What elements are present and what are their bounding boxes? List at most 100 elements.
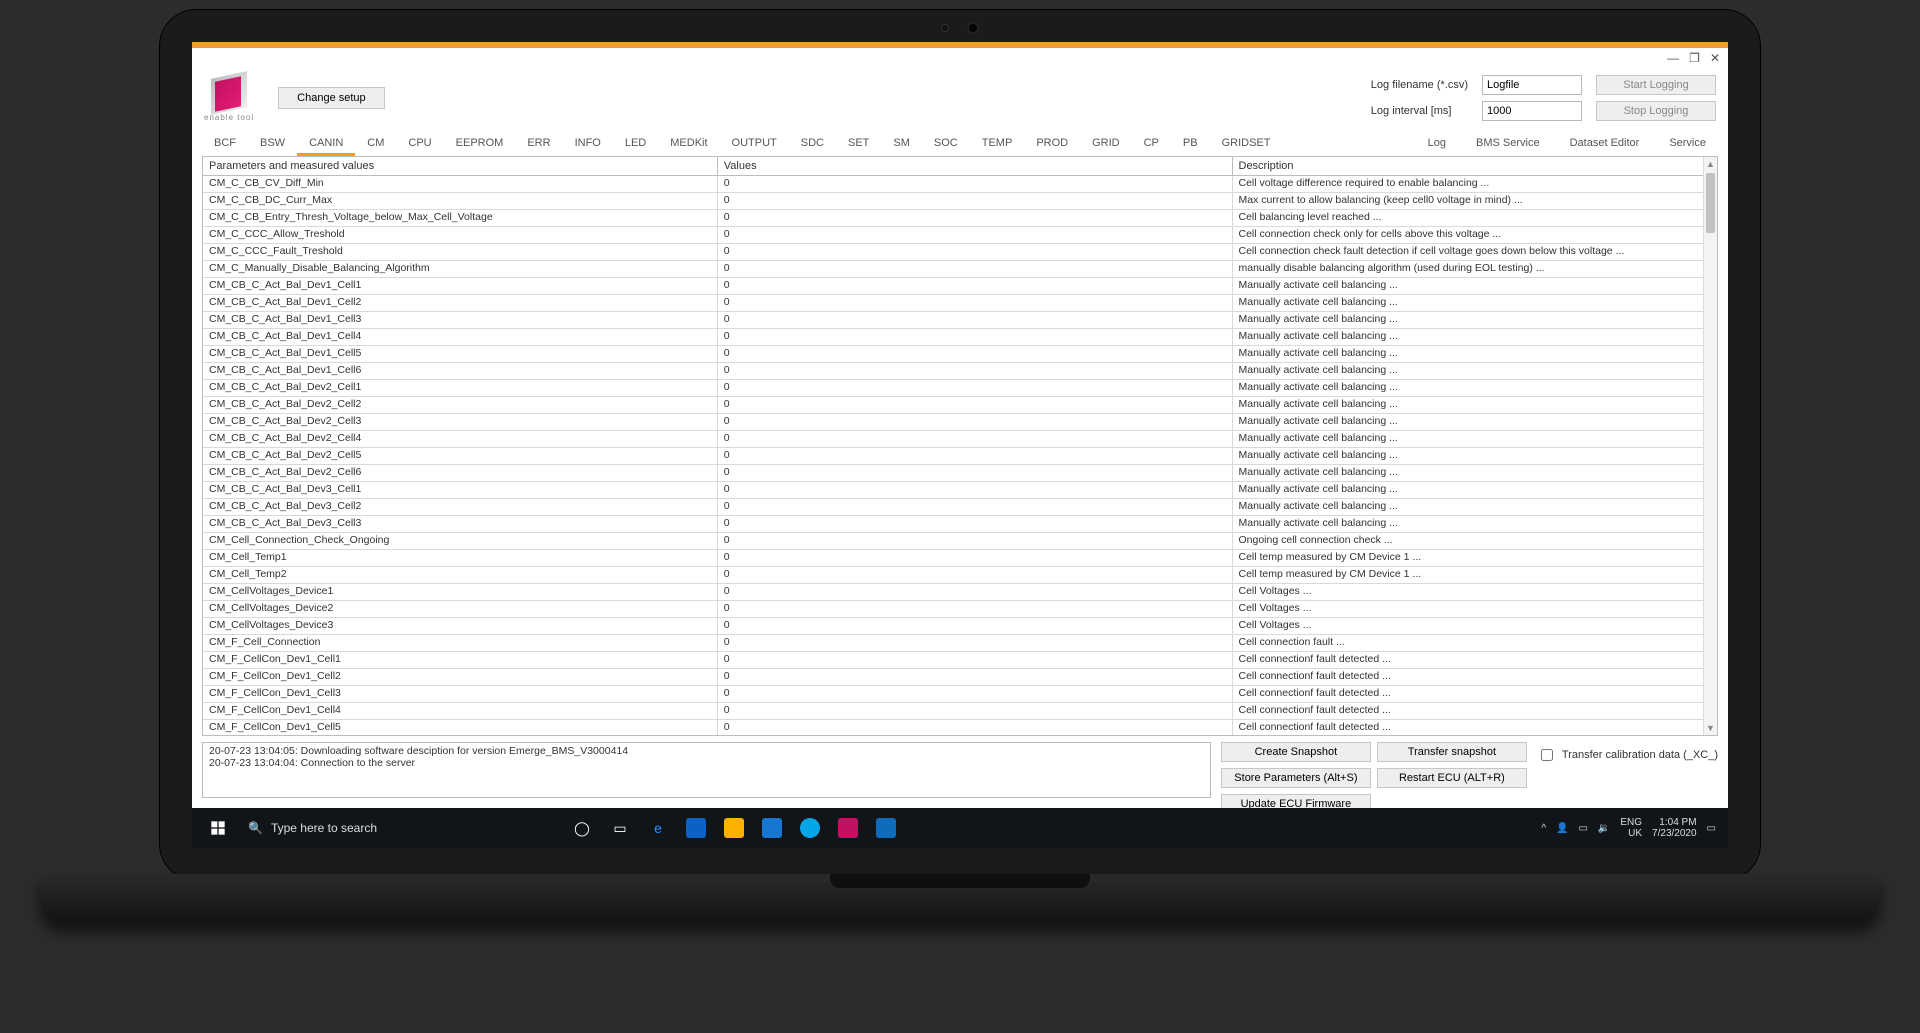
- cell-value[interactable]: 0: [718, 465, 1233, 481]
- tab-cp[interactable]: CP: [1132, 132, 1171, 155]
- table-row[interactable]: CM_CellVoltages_Device30Cell Voltages ..…: [203, 618, 1717, 635]
- table-row[interactable]: CM_CB_C_Act_Bal_Dev1_Cell10Manually acti…: [203, 278, 1717, 295]
- table-row[interactable]: CM_CB_C_Act_Bal_Dev2_Cell10Manually acti…: [203, 380, 1717, 397]
- restart-ecu-button[interactable]: Restart ECU (ALT+R): [1377, 768, 1527, 788]
- cell-value[interactable]: 0: [718, 516, 1233, 532]
- cell-value[interactable]: 0: [718, 482, 1233, 498]
- store-icon[interactable]: [682, 814, 710, 842]
- table-row[interactable]: CM_CB_C_Act_Bal_Dev2_Cell30Manually acti…: [203, 414, 1717, 431]
- tab-medkit[interactable]: MEDKit: [658, 132, 719, 155]
- outlook-icon[interactable]: [872, 814, 900, 842]
- scroll-down-icon[interactable]: ▼: [1704, 721, 1717, 735]
- cell-value[interactable]: 0: [718, 567, 1233, 583]
- taskbar-search[interactable]: 🔍 Type here to search: [238, 812, 558, 844]
- table-row[interactable]: CM_CB_C_Act_Bal_Dev1_Cell30Manually acti…: [203, 312, 1717, 329]
- tray-clock[interactable]: 1:04 PM7/23/2020: [1652, 817, 1697, 840]
- cell-value[interactable]: 0: [718, 584, 1233, 600]
- table-row[interactable]: CM_F_CellCon_Dev1_Cell10Cell connectionf…: [203, 652, 1717, 669]
- cell-value[interactable]: 0: [718, 550, 1233, 566]
- table-row[interactable]: CM_F_CellCon_Dev1_Cell50Cell connectionf…: [203, 720, 1717, 735]
- tab-eeprom[interactable]: EEPROM: [444, 132, 516, 155]
- cell-value[interactable]: 0: [718, 363, 1233, 379]
- tab-grid[interactable]: GRID: [1080, 132, 1132, 155]
- table-row[interactable]: CM_C_CB_Entry_Thresh_Voltage_below_Max_C…: [203, 210, 1717, 227]
- tab-temp[interactable]: TEMP: [970, 132, 1025, 155]
- transfer-xc-checkbox-label[interactable]: Transfer calibration data (_XC_): [1537, 742, 1718, 764]
- tab-soc[interactable]: SOC: [922, 132, 970, 155]
- tab-canin[interactable]: CANIN: [297, 132, 355, 155]
- table-row[interactable]: CM_CellVoltages_Device20Cell Voltages ..…: [203, 601, 1717, 618]
- tab-cm[interactable]: CM: [355, 132, 396, 155]
- cell-value[interactable]: 0: [718, 618, 1233, 634]
- table-row[interactable]: CM_Cell_Temp20Cell temp measured by CM D…: [203, 567, 1717, 584]
- table-row[interactable]: CM_CellVoltages_Device10Cell Voltages ..…: [203, 584, 1717, 601]
- tab-pb[interactable]: PB: [1171, 132, 1210, 155]
- table-row[interactable]: CM_CB_C_Act_Bal_Dev1_Cell20Manually acti…: [203, 295, 1717, 312]
- tab-service[interactable]: Service: [1657, 132, 1718, 155]
- scroll-up-icon[interactable]: ▲: [1704, 157, 1717, 171]
- tray-language[interactable]: ENGUK: [1620, 817, 1642, 840]
- cell-value[interactable]: 0: [718, 261, 1233, 277]
- cell-value[interactable]: 0: [718, 244, 1233, 260]
- cell-value[interactable]: 0: [718, 278, 1233, 294]
- restore-button[interactable]: ❐: [1689, 51, 1700, 65]
- tab-bsw[interactable]: BSW: [248, 132, 297, 155]
- edge-icon[interactable]: e: [644, 814, 672, 842]
- tray-network-icon[interactable]: ▭: [1578, 823, 1587, 834]
- table-row[interactable]: CM_CB_C_Act_Bal_Dev2_Cell50Manually acti…: [203, 448, 1717, 465]
- table-row[interactable]: CM_CB_C_Act_Bal_Dev1_Cell50Manually acti…: [203, 346, 1717, 363]
- table-row[interactable]: CM_C_CB_DC_Curr_Max0Max current to allow…: [203, 193, 1717, 210]
- tab-output[interactable]: OUTPUT: [720, 132, 789, 155]
- start-button[interactable]: [198, 808, 238, 848]
- log-filename-input[interactable]: [1482, 75, 1582, 95]
- col-header-description[interactable]: Description: [1233, 157, 1718, 175]
- transfer-snapshot-button[interactable]: Transfer snapshot: [1377, 742, 1527, 762]
- table-row[interactable]: CM_CB_C_Act_Bal_Dev2_Cell40Manually acti…: [203, 431, 1717, 448]
- grid-scrollbar[interactable]: ▲ ▼: [1703, 157, 1717, 735]
- cell-value[interactable]: 0: [718, 346, 1233, 362]
- tab-err[interactable]: ERR: [515, 132, 562, 155]
- tray-chevron-icon[interactable]: ^: [1541, 823, 1546, 834]
- table-row[interactable]: CM_C_CB_CV_Diff_Min0Cell voltage differe…: [203, 176, 1717, 193]
- tab-bms-service[interactable]: BMS Service: [1464, 132, 1552, 155]
- cell-value[interactable]: 0: [718, 499, 1233, 515]
- tab-sdc[interactable]: SDC: [789, 132, 836, 155]
- cell-value[interactable]: 0: [718, 414, 1233, 430]
- tab-prod[interactable]: PROD: [1024, 132, 1080, 155]
- col-header-values[interactable]: Values: [718, 157, 1233, 175]
- store-parameters-button[interactable]: Store Parameters (Alt+S): [1221, 768, 1371, 788]
- cell-value[interactable]: 0: [718, 312, 1233, 328]
- scroll-thumb[interactable]: [1706, 173, 1715, 233]
- table-row[interactable]: CM_F_CellCon_Dev1_Cell20Cell connectionf…: [203, 669, 1717, 686]
- tray-notifications-icon[interactable]: ▭: [1707, 823, 1716, 834]
- table-row[interactable]: CM_CB_C_Act_Bal_Dev2_Cell60Manually acti…: [203, 465, 1717, 482]
- table-row[interactable]: CM_F_Cell_Connection0Cell connection fau…: [203, 635, 1717, 652]
- tab-cpu[interactable]: CPU: [396, 132, 443, 155]
- table-row[interactable]: CM_CB_C_Act_Bal_Dev1_Cell40Manually acti…: [203, 329, 1717, 346]
- tab-log[interactable]: Log: [1416, 132, 1458, 155]
- table-row[interactable]: CM_Cell_Connection_Check_Ongoing0Ongoing…: [203, 533, 1717, 550]
- table-row[interactable]: CM_CB_C_Act_Bal_Dev3_Cell30Manually acti…: [203, 516, 1717, 533]
- table-row[interactable]: CM_F_CellCon_Dev1_Cell30Cell connectionf…: [203, 686, 1717, 703]
- minimize-button[interactable]: —: [1667, 51, 1679, 65]
- change-setup-button[interactable]: Change setup: [278, 87, 385, 109]
- cell-value[interactable]: 0: [718, 397, 1233, 413]
- cell-value[interactable]: 0: [718, 227, 1233, 243]
- table-row[interactable]: CM_CB_C_Act_Bal_Dev3_Cell20Manually acti…: [203, 499, 1717, 516]
- tab-bcf[interactable]: BCF: [202, 132, 248, 155]
- tab-led[interactable]: LED: [613, 132, 658, 155]
- cell-value[interactable]: 0: [718, 431, 1233, 447]
- table-row[interactable]: CM_C_CCC_Allow_Treshold0Cell connection …: [203, 227, 1717, 244]
- tray-volume-icon[interactable]: 🔉: [1598, 823, 1610, 834]
- cell-value[interactable]: 0: [718, 329, 1233, 345]
- table-row[interactable]: CM_CB_C_Act_Bal_Dev3_Cell10Manually acti…: [203, 482, 1717, 499]
- table-row[interactable]: CM_CB_C_Act_Bal_Dev1_Cell60Manually acti…: [203, 363, 1717, 380]
- cell-value[interactable]: 0: [718, 210, 1233, 226]
- start-logging-button[interactable]: Start Logging: [1596, 75, 1716, 95]
- cell-value[interactable]: 0: [718, 448, 1233, 464]
- enabletool-icon[interactable]: [834, 814, 862, 842]
- tab-sm[interactable]: SM: [881, 132, 922, 155]
- explorer-icon[interactable]: [720, 814, 748, 842]
- mail-icon[interactable]: [758, 814, 786, 842]
- cell-value[interactable]: 0: [718, 703, 1233, 719]
